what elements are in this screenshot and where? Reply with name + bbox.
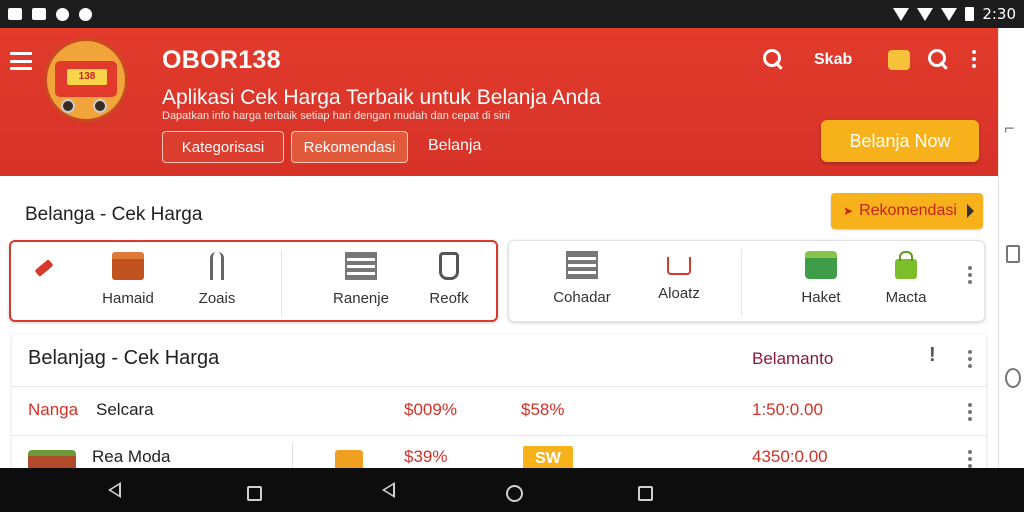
- category-label: Zoais: [198, 290, 236, 307]
- hamburger-menu-icon[interactable]: [10, 52, 32, 70]
- side-square-icon[interactable]: [1006, 245, 1020, 263]
- side-back-icon[interactable]: ⌐: [1004, 118, 1015, 139]
- category-label: Macta: [885, 289, 927, 306]
- price-list-title: Belanjag - Cek Harga: [28, 347, 220, 369]
- row-price-1: $39%: [404, 447, 448, 466]
- category-item-ranenje[interactable]: Ranenje: [321, 252, 401, 307]
- wheel-icon: [93, 99, 107, 113]
- search-icon[interactable]: [762, 48, 784, 70]
- gift-icon[interactable]: [888, 50, 910, 70]
- search-icon[interactable]: [927, 48, 949, 70]
- category-item-haket[interactable]: Haket: [781, 251, 861, 306]
- divider: [741, 249, 742, 315]
- square-icon[interactable]: [638, 486, 653, 501]
- row-price-2: $58%: [521, 400, 565, 419]
- row-price-1: $009%: [404, 400, 457, 419]
- sync-icon: [79, 7, 92, 21]
- app-logo: 138: [44, 38, 128, 122]
- app-subtitle: Dapatkan info harga terbaik setiap hari …: [162, 110, 510, 122]
- row-accent: Nanga: [28, 400, 79, 419]
- category-group-2: Cohadar Aloatz Haket Macta: [508, 240, 985, 322]
- main-content: Belanga - Cek Harga ➤ Rekomendasi Hamaid…: [0, 176, 998, 478]
- divider: [12, 386, 986, 387]
- category-item-macta[interactable]: Macta: [866, 251, 946, 306]
- category-item-aloatz[interactable]: Aloatz: [639, 251, 719, 302]
- back-icon[interactable]: [108, 482, 121, 498]
- alert-icon[interactable]: !: [929, 344, 936, 367]
- pin-icon: [34, 259, 67, 292]
- divider: [281, 250, 282, 316]
- side-circle-icon[interactable]: [1005, 368, 1021, 388]
- list-icon: [566, 251, 598, 279]
- nav-bar: [0, 468, 1024, 512]
- more-vert-icon[interactable]: [972, 50, 976, 68]
- price-list-link[interactable]: Belamanto: [752, 349, 833, 369]
- hanger-icon: [210, 252, 224, 280]
- category-item-cohadar[interactable]: Cohadar: [542, 251, 622, 306]
- logo-label: 138: [67, 69, 107, 85]
- screen: 2:30 138 OBOR138 Aplikasi Cek Harga Terb…: [0, 0, 1024, 512]
- category-item-hamaid[interactable]: Hamaid: [88, 252, 168, 307]
- app-name: OBOR138: [162, 46, 281, 74]
- row-total: 4350:0.00: [752, 447, 828, 466]
- back-icon[interactable]: [382, 482, 395, 498]
- cursor-icon: [966, 204, 974, 218]
- arrow-icon: ➤: [843, 204, 854, 218]
- category-label: Hamaid: [102, 290, 154, 307]
- status-bar: 2:30: [0, 0, 1024, 28]
- header-link[interactable]: Skab: [814, 51, 852, 69]
- message-icon: [8, 8, 22, 20]
- category-more-icon[interactable]: [968, 266, 972, 284]
- home-icon[interactable]: [247, 486, 262, 501]
- list-icon: [345, 252, 377, 280]
- table-row[interactable]: Nanga Selcara $009% $58% 1:50:0.00: [12, 391, 986, 431]
- category-label: Aloatz: [658, 285, 700, 302]
- status-time: 2:30: [982, 5, 1016, 23]
- rekomendasi-promo-button[interactable]: ➤ Rekomendasi: [831, 193, 983, 229]
- battery-icon: [965, 7, 975, 21]
- location-icon: [893, 7, 910, 21]
- divider: [12, 435, 986, 436]
- trolley-icon: [667, 257, 691, 275]
- category-label: Cohadar: [553, 289, 611, 306]
- circle-icon[interactable]: [506, 485, 523, 502]
- wifi-icon: [917, 7, 934, 21]
- row-more-icon[interactable]: [968, 403, 972, 421]
- row-total: 1:50:0.00: [752, 400, 823, 419]
- rekomendasi-button[interactable]: Rekomendasi: [291, 131, 408, 163]
- category-item-reofk[interactable]: Reofk: [409, 252, 489, 307]
- row-name: Rea Moda: [92, 447, 171, 466]
- app-tagline: Aplikasi Cek Harga Terbaik untuk Belanja…: [162, 86, 601, 109]
- cart-icon: [439, 252, 459, 280]
- basket-icon: [805, 251, 837, 279]
- tab-belanja[interactable]: Belanja: [428, 137, 481, 155]
- bag-icon: [895, 251, 917, 279]
- photo-icon: [32, 8, 46, 20]
- category-item-pin[interactable]: [11, 252, 91, 302]
- kategorisasi-button[interactable]: Kategorisasi: [162, 131, 284, 163]
- row-more-icon[interactable]: [968, 450, 972, 468]
- category-group-1: Hamaid Zoais Ranenje Reofk: [9, 240, 498, 322]
- wheel-icon: [61, 99, 75, 113]
- price-list-card: Belanjag - Cek Harga Belamanto ! Nanga S…: [12, 334, 986, 478]
- category-label: Reofk: [429, 290, 469, 307]
- box-icon: [112, 252, 144, 280]
- section-title: Belanga - Cek Harga: [25, 204, 203, 225]
- category-label: Haket: [801, 289, 841, 306]
- belanja-now-button[interactable]: Belanja Now: [821, 120, 979, 162]
- more-vert-icon[interactable]: [968, 350, 972, 368]
- category-label: Ranenje: [333, 290, 389, 307]
- shield-icon: [56, 7, 69, 21]
- row-name: Selcara: [96, 400, 154, 419]
- rekomendasi-label: Rekomendasi: [859, 202, 957, 219]
- app-header: 138 OBOR138 Aplikasi Cek Harga Terbaik u…: [0, 28, 998, 176]
- signal-icon: [941, 7, 958, 21]
- category-item-zoais[interactable]: Zoais: [177, 252, 257, 307]
